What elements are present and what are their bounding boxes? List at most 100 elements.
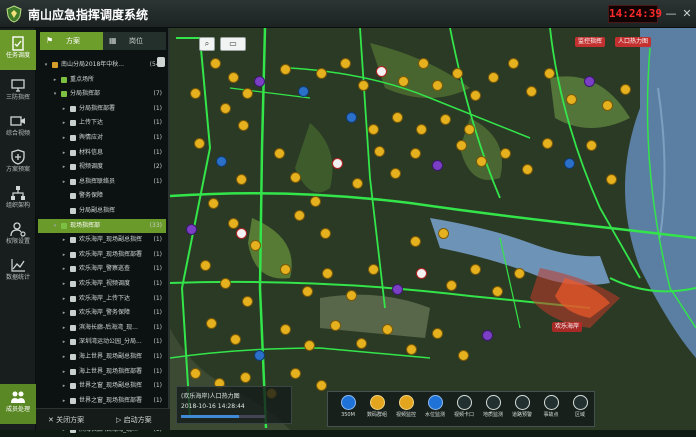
map-marker-icon[interactable]	[210, 58, 221, 69]
map-marker-icon[interactable]	[208, 198, 219, 209]
map-marker-icon[interactable]	[320, 228, 331, 239]
map-marker-icon[interactable]	[280, 64, 291, 75]
map-marker-icon[interactable]	[508, 58, 519, 69]
map-marker-icon[interactable]	[274, 148, 285, 159]
map-marker-icon[interactable]	[346, 112, 357, 123]
map-marker-icon[interactable]	[230, 334, 241, 345]
map-marker-icon[interactable]	[452, 68, 463, 79]
map-marker-icon[interactable]	[438, 228, 449, 239]
map-marker-icon[interactable]	[332, 158, 343, 169]
map-marker-icon[interactable]	[482, 330, 493, 341]
nav-task-dispatch[interactable]: 任务调度	[0, 30, 36, 70]
map-marker-icon[interactable]	[356, 338, 367, 349]
map-marker-icon[interactable]	[458, 350, 469, 361]
tree-row[interactable]: ▸ 重点场所	[38, 73, 166, 87]
tree-row[interactable]: ▸ 欢乐海岸_上传下达 (1)	[38, 292, 166, 306]
map-marker-icon[interactable]	[242, 296, 253, 307]
tree-row[interactable]: ▾ 现场指挥部 (33)	[38, 219, 166, 233]
map-marker-icon[interactable]	[500, 148, 511, 159]
chevron-right-icon[interactable]: ▸	[60, 292, 68, 306]
tree-row[interactable]: ▸ 海上世界_现场指挥部署 (1)	[38, 365, 166, 379]
map-marker-icon[interactable]	[316, 68, 327, 79]
map-marker-icon[interactable]	[416, 268, 427, 279]
tree-row[interactable]: ▸ 深圳湾运动公园_分局... (1)	[38, 335, 166, 349]
tree-row[interactable]: ▸ 总指挥联络员 (1)	[38, 175, 166, 189]
tree-row[interactable]: ▸ 世界之窗_现场副总指挥 (1)	[38, 379, 166, 393]
map-marker-icon[interactable]	[250, 240, 261, 251]
nav-member-handling[interactable]: 成员处理	[0, 384, 36, 424]
map-marker-icon[interactable]	[432, 328, 443, 339]
map-marker-icon[interactable]	[470, 264, 481, 275]
chevron-right-icon[interactable]: ▸	[60, 277, 68, 291]
map-marker-icon[interactable]	[322, 268, 333, 279]
map-marker-icon[interactable]	[606, 174, 617, 185]
tree-row[interactable]: ▸ 欢乐海岸_警务保障 (1)	[38, 306, 166, 320]
video-progress[interactable]	[181, 415, 265, 418]
tree-row[interactable]: ▸ 材料信息 (1)	[38, 146, 166, 160]
minimize-button[interactable]: —	[664, 7, 678, 21]
map-marker-icon[interactable]	[456, 140, 467, 151]
tab-posts[interactable]: ▦ 岗位	[103, 32, 166, 50]
bus-layer-button[interactable]: ▭	[220, 37, 246, 51]
map-marker-icon[interactable]	[488, 72, 499, 83]
chevron-right-icon[interactable]: ▸	[60, 394, 68, 408]
map-marker-icon[interactable]	[280, 264, 291, 275]
map-marker-icon[interactable]	[514, 268, 525, 279]
map-marker-icon[interactable]	[432, 160, 443, 171]
chevron-down-icon[interactable]: ▾	[51, 87, 59, 101]
map-marker-icon[interactable]	[440, 114, 451, 125]
tree-row[interactable]: ▾ 分局指挥部 (7)	[38, 87, 166, 101]
chevron-right-icon[interactable]: ▸	[60, 175, 68, 189]
chevron-right-icon[interactable]: ▸	[60, 102, 68, 116]
search-button[interactable]: ⌕	[199, 37, 215, 51]
map-marker-icon[interactable]	[602, 100, 613, 111]
map-marker-icon[interactable]	[228, 218, 239, 229]
tree-row[interactable]: ▸ 舆情应对 (1)	[38, 131, 166, 145]
tree-row[interactable]: ▸ 上传下达 (1)	[38, 116, 166, 130]
map-marker-icon[interactable]	[238, 120, 249, 131]
chevron-right-icon[interactable]: ▸	[60, 248, 68, 262]
close-button[interactable]: ✕	[680, 7, 694, 21]
map-marker-icon[interactable]	[376, 66, 387, 77]
map-marker-icon[interactable]	[564, 158, 575, 169]
map-marker-icon[interactable]	[302, 286, 313, 297]
map-marker-icon[interactable]	[330, 320, 341, 331]
chevron-right-icon[interactable]: ▸	[60, 146, 68, 160]
chevron-right-icon[interactable]: ▸	[60, 365, 68, 379]
chevron-right-icon[interactable]: ▸	[60, 350, 68, 364]
map-marker-icon[interactable]	[220, 103, 231, 114]
map-marker-icon[interactable]	[186, 224, 197, 235]
chevron-right-icon[interactable]: ▸	[60, 233, 68, 247]
chevron-right-icon[interactable]: ▸	[60, 321, 68, 335]
chevron-right-icon[interactable]: ▸	[51, 73, 59, 87]
chevron-right-icon[interactable]: ▸	[60, 160, 68, 174]
close-plan-button[interactable]: ✕ 关闭方案	[48, 409, 84, 431]
tree-row[interactable]: 分局副总指挥	[38, 204, 166, 218]
map-marker-icon[interactable]	[584, 76, 595, 87]
map-marker-icon[interactable]	[544, 68, 555, 79]
tree-row[interactable]: ▸ 分局指挥部署 (1)	[38, 102, 166, 116]
map-marker-icon[interactable]	[398, 76, 409, 87]
map-marker-icon[interactable]	[406, 344, 417, 355]
map-marker-icon[interactable]	[254, 76, 265, 87]
map-marker-icon[interactable]	[294, 210, 305, 221]
nav-statistics[interactable]: 数据统计	[0, 252, 36, 292]
map-marker-icon[interactable]	[290, 172, 301, 183]
map-marker-icon[interactable]	[254, 350, 265, 361]
nav-org-structure[interactable]: 组织架构	[0, 180, 36, 220]
start-plan-button[interactable]: ▷ 启动方案	[116, 409, 152, 431]
map-marker-icon[interactable]	[206, 318, 217, 329]
map-marker-icon[interactable]	[190, 88, 201, 99]
tree-row[interactable]: ▸ 欢乐海岸_现场指挥部署 (1)	[38, 248, 166, 262]
map-marker-icon[interactable]	[220, 278, 231, 289]
toolbar-350m[interactable]: 350M	[334, 395, 362, 425]
toolbar-accident-point[interactable]: 事故点	[537, 395, 565, 425]
toolbar-video-checkpoint[interactable]: 视频卡口	[450, 395, 478, 425]
map-marker-icon[interactable]	[240, 372, 251, 383]
map-marker-icon[interactable]	[464, 124, 475, 135]
map-marker-icon[interactable]	[228, 72, 239, 83]
toolbar-area[interactable]: 区域	[566, 395, 594, 425]
map-marker-icon[interactable]	[492, 286, 503, 297]
chevron-right-icon[interactable]: ▸	[60, 379, 68, 393]
chevron-down-icon[interactable]: ▾	[42, 58, 50, 72]
